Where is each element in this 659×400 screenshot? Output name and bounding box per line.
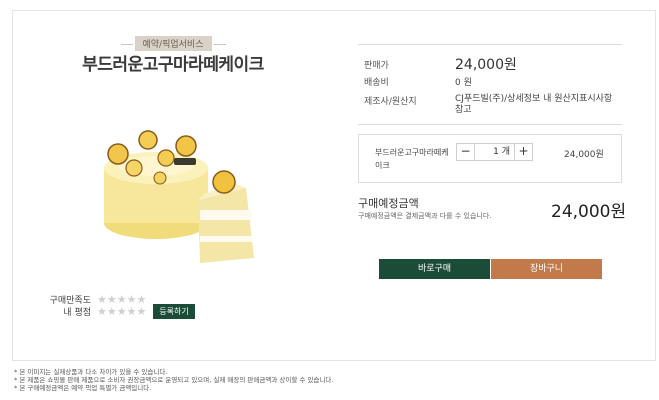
my-rating-row: 내 평점 ★★★★★ 등록하기: [34, 303, 195, 319]
disclaimer-notes: * 본 이미지는 실제상품과 다소 차이가 있을 수 있습니다. * 본 제품은…: [14, 368, 333, 392]
disclaimer-line: * 본 구매예정금액은 예약 픽업 특별가 금액입니다.: [14, 384, 152, 392]
shipping-row: 배송비 0 원: [364, 75, 472, 88]
origin-label: 제조사/원산지: [364, 97, 417, 107]
quantity-input[interactable]: 1 개: [474, 144, 515, 160]
quantity-increase-button[interactable]: +: [515, 144, 532, 160]
shipping-value: 0 원: [455, 78, 472, 88]
disclaimer-line: * 본 이미지는 실제상품과 다소 차이가 있을 수 있습니다.: [14, 368, 168, 376]
option-price: 24,000원: [564, 150, 604, 160]
total-label: 구매예정금액: [358, 197, 419, 210]
quantity-decrease-button[interactable]: −: [457, 144, 474, 160]
origin-value: CJ푸드빌(주)/상세정보 내 원산지표시사항 참고: [455, 94, 613, 115]
disclaimer-line: * 본 제품은 쇼핑몰 판매 제품으로 소비자 권장금액으로 운영되고 있으며,…: [14, 376, 334, 384]
register-rating-button[interactable]: 등록하기: [153, 303, 195, 319]
price-value: 24,000원: [455, 57, 517, 73]
total-note: 구매예정금액은 결제금액과 다를 수 있습니다.: [358, 212, 492, 220]
product-image: [104, 130, 254, 263]
origin-row: 제조사/원산지 CJ푸드빌(주)/상세정보 내 원산지표시사항 참고: [364, 94, 621, 116]
divider-mid: [358, 124, 622, 125]
add-to-cart-button[interactable]: 장바구니: [491, 259, 602, 279]
price-label: 판매가: [364, 61, 389, 71]
service-tag: 예약/픽업서비스: [120, 36, 226, 51]
quantity-stepper: − 1 개 +: [456, 143, 533, 161]
rating-section: 구매만족도 ★★★★★ 내 평점 ★★★★★ 등록하기: [34, 293, 195, 319]
total-amount: 24,000원: [551, 202, 627, 222]
product-title: 부드러운고구마라떼케이크: [82, 55, 264, 75]
my-rating-stars[interactable]: ★★★★★: [97, 305, 146, 318]
buy-now-button[interactable]: 바로구매: [379, 259, 490, 279]
my-rating-label: 내 평점: [63, 307, 91, 318]
option-box: 부드러운고구마라떼케이크 − 1 개 + 24,000원: [358, 134, 622, 183]
divider-top: [358, 44, 622, 45]
price-row: 판매가 24,000원: [364, 54, 517, 74]
option-name: 부드러운고구마라떼케이크: [375, 148, 449, 170]
tag-row: 예약/픽업서비스: [0, 32, 346, 51]
shipping-label: 배송비: [364, 78, 389, 88]
